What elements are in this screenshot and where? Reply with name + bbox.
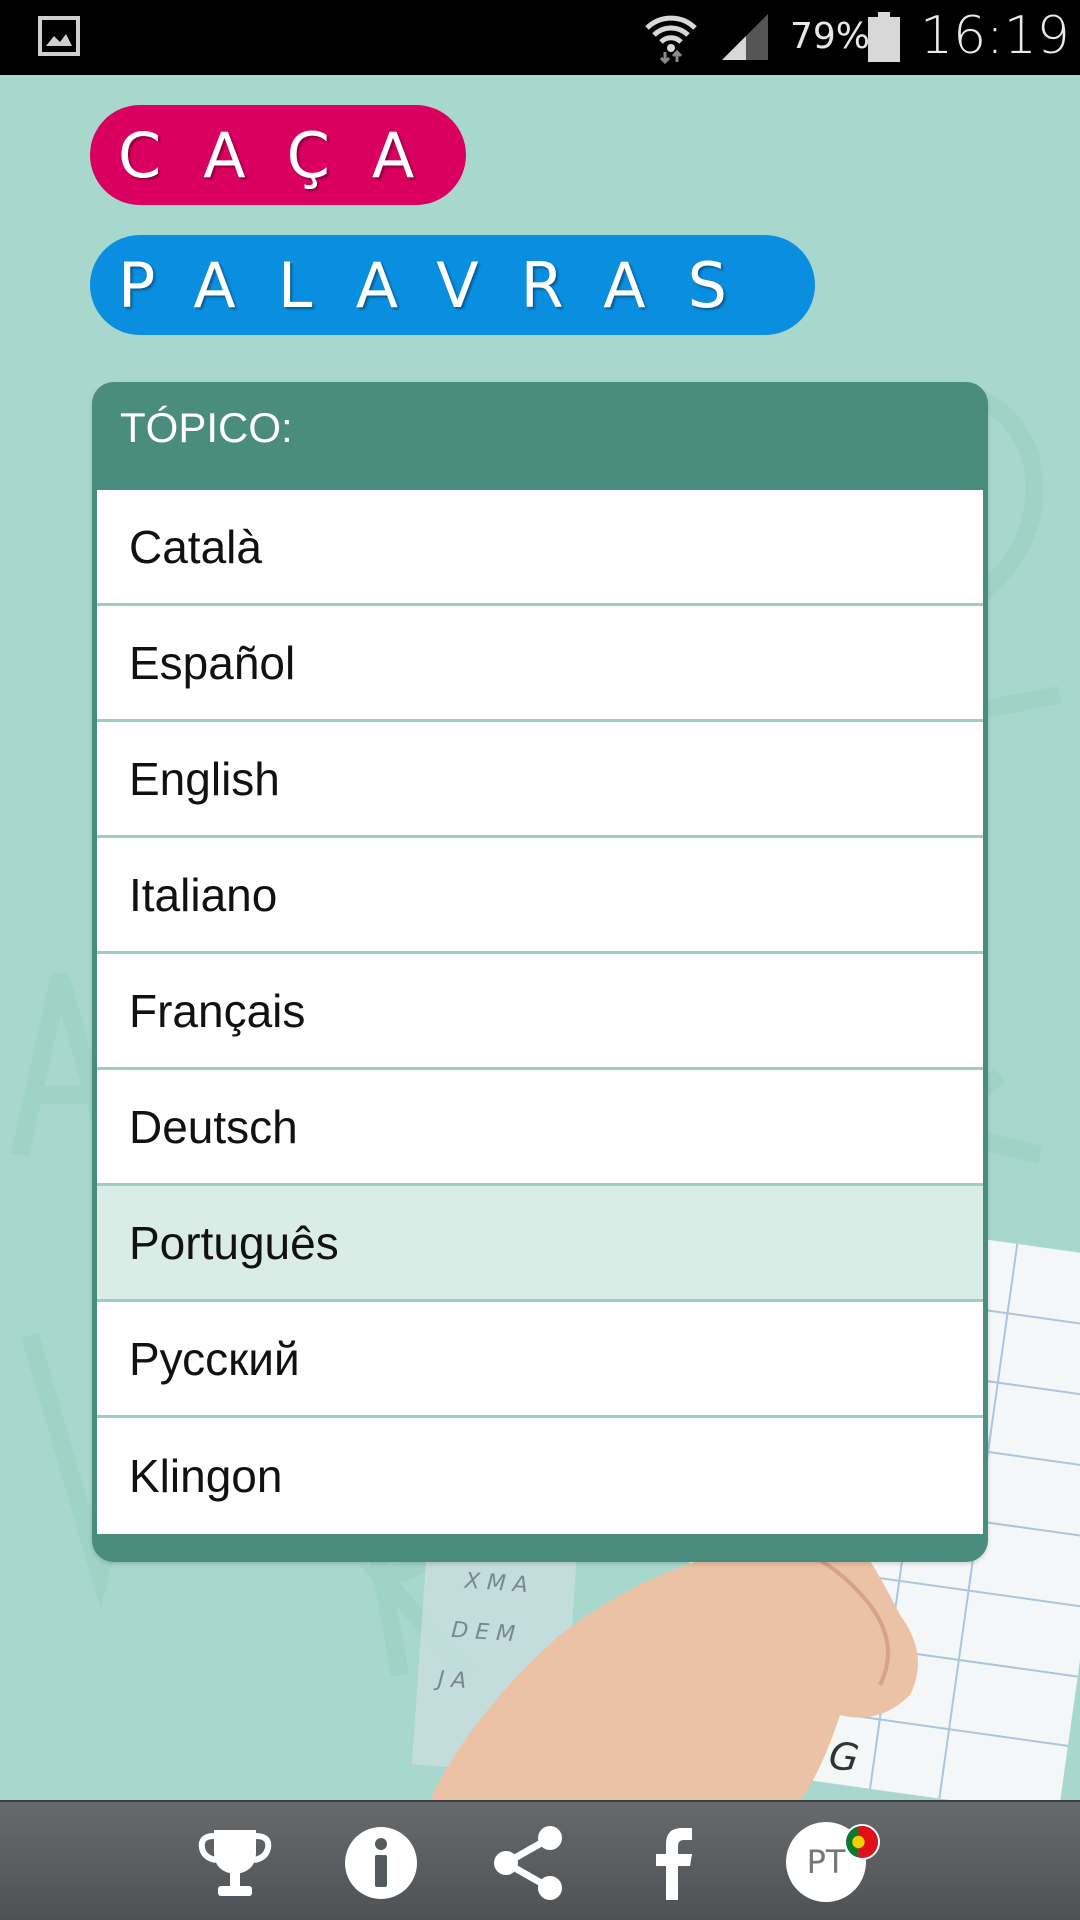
info-icon[interactable]	[342, 1824, 420, 1902]
bottom-toolbar: PT	[0, 1800, 1080, 1920]
wifi-icon	[645, 15, 697, 64]
cell-signal-icon	[722, 14, 768, 60]
gallery-notification-icon	[38, 16, 80, 56]
clock: 16:19	[920, 6, 1070, 66]
battery-percent: 79%	[790, 16, 871, 57]
topic-item-klingon[interactable]: Klingon	[97, 1418, 983, 1534]
topic-list: Català Español English Italiano Français…	[97, 490, 983, 1534]
battery-icon	[868, 12, 900, 62]
status-bar: 79% 16:19	[0, 0, 1080, 75]
topic-item-deutsch[interactable]: Deutsch	[97, 1070, 983, 1186]
svg-text:X M A: X M A	[463, 1569, 529, 1598]
topic-item-francais[interactable]: Français	[97, 954, 983, 1070]
topic-item-espanol[interactable]: Español	[97, 606, 983, 722]
topic-item-russian[interactable]: Русский	[97, 1302, 983, 1418]
trophy-icon[interactable]	[196, 1824, 274, 1902]
topic-item-english[interactable]: English	[97, 722, 983, 838]
svg-text:G: G	[826, 1733, 861, 1781]
topic-panel: TÓPICO: Català Español English Italiano …	[92, 382, 988, 1562]
share-icon[interactable]	[490, 1824, 568, 1902]
portugal-flag-icon	[844, 1824, 880, 1860]
topic-item-italiano[interactable]: Italiano	[97, 838, 983, 954]
svg-text:J A: J A	[433, 1667, 467, 1694]
title-word-caca: CAÇA	[90, 105, 466, 205]
title-word-palavras: PALAVRAS	[90, 235, 815, 335]
topic-item-portugues[interactable]: Português	[97, 1186, 983, 1302]
svg-text:D E M: D E M	[450, 1618, 515, 1647]
facebook-icon[interactable]	[636, 1824, 714, 1902]
topic-panel-title: TÓPICO:	[120, 404, 293, 451]
topic-item-catala[interactable]: Català	[97, 490, 983, 606]
